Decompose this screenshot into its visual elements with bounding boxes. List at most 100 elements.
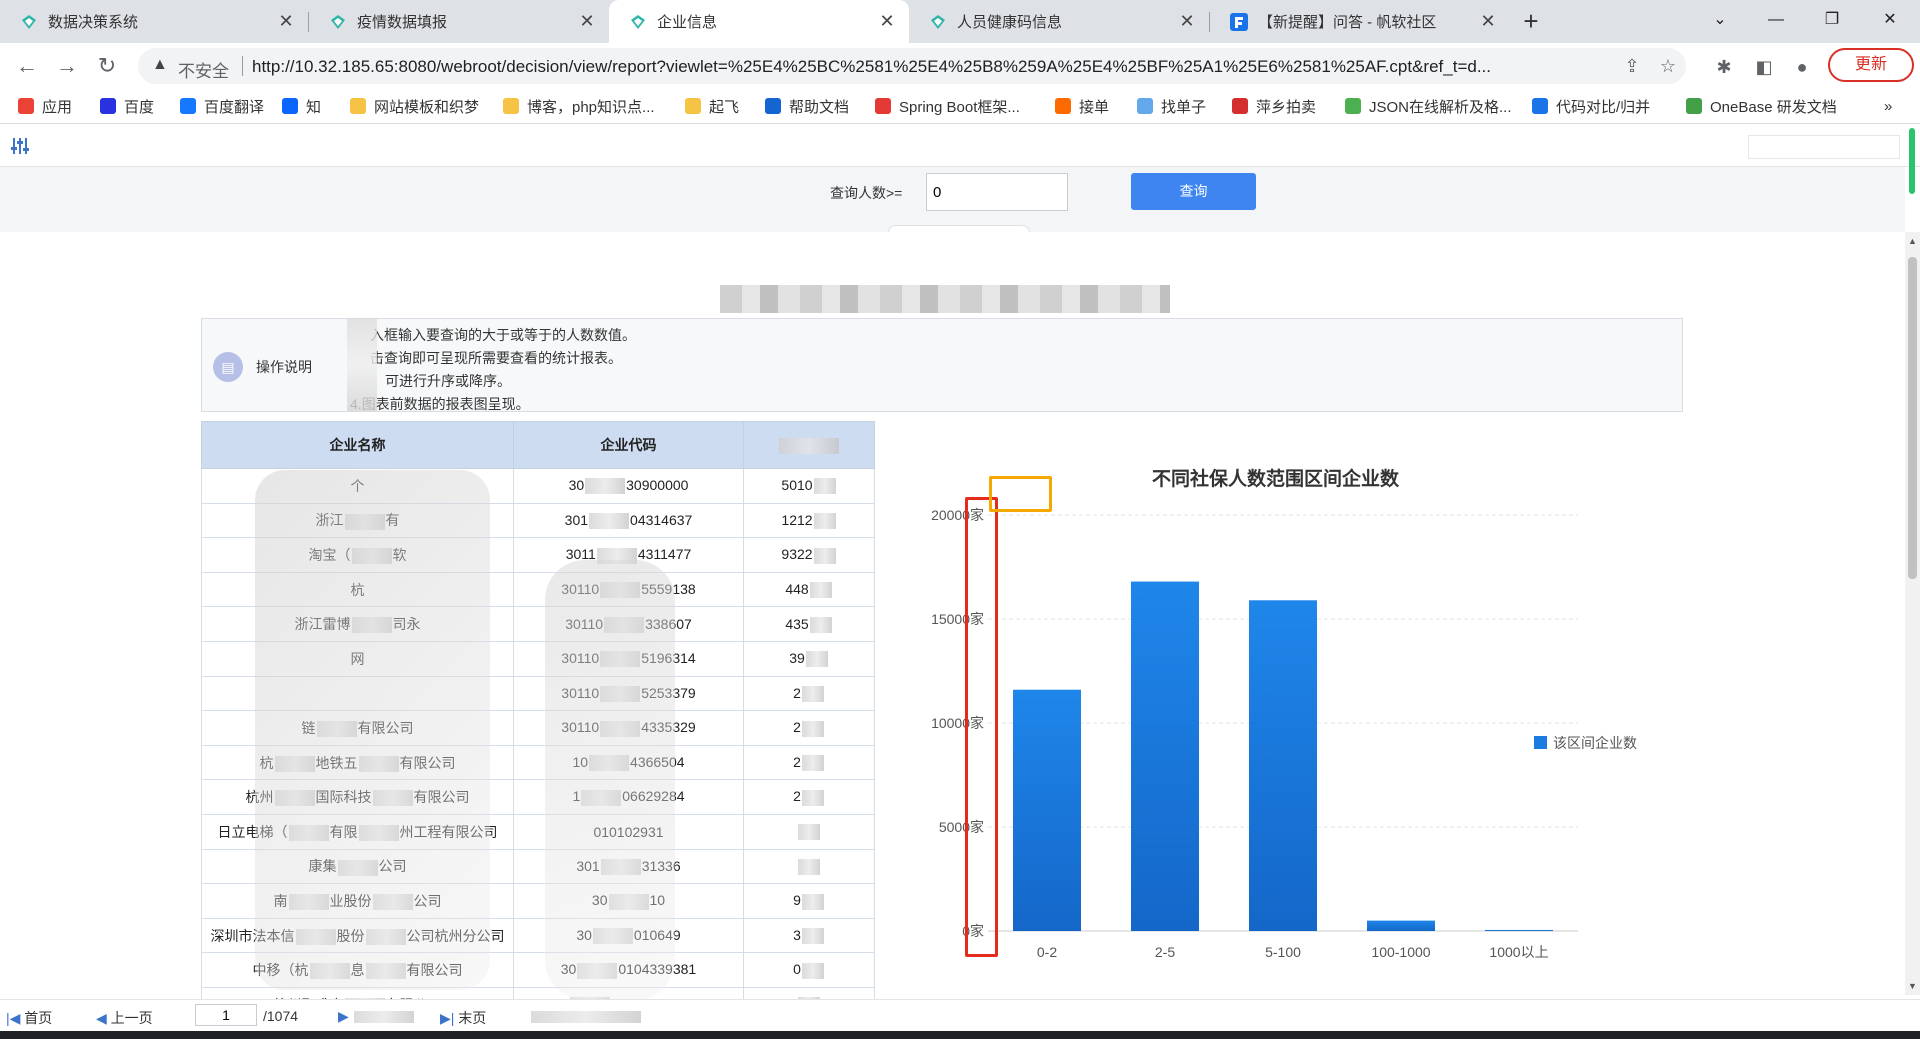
bookmark-item[interactable]: 博客，php知识点...: [503, 96, 655, 116]
bookmark-item[interactable]: 知: [282, 96, 321, 116]
bookmark-item[interactable]: 接单: [1055, 96, 1109, 116]
close-icon[interactable]: ✕: [1177, 11, 1197, 32]
annotation-red-box: [965, 497, 998, 957]
bookmark-item[interactable]: 帮助文档: [765, 96, 849, 116]
forward-icon[interactable]: →: [52, 51, 82, 81]
bookmark-label: 代码对比/归并: [1556, 98, 1651, 116]
new-tab-icon[interactable]: +: [1516, 6, 1546, 36]
legend-swatch[interactable]: [1534, 736, 1547, 749]
warning-icon: ▲: [152, 56, 168, 73]
count-cell: 2: [743, 744, 875, 781]
tab-search-chevron-icon[interactable]: ⌄: [1692, 0, 1748, 40]
bookmark-item[interactable]: 起飞: [685, 96, 739, 116]
bar[interactable]: [1131, 581, 1199, 931]
bookmark-favicon-icon: [180, 98, 196, 114]
fanruan-icon: [929, 13, 947, 31]
count-cell: 5010: [743, 468, 875, 504]
bookmark-favicon-icon: [282, 98, 298, 114]
close-icon[interactable]: ✕: [877, 11, 897, 32]
apps-grid-icon: [18, 98, 34, 114]
close-icon[interactable]: ✕: [1478, 11, 1498, 32]
count-cell: 2: [743, 675, 875, 712]
company-code-cell: 301 04314637: [513, 502, 744, 539]
bookmark-favicon-icon: [1137, 98, 1153, 114]
bookmark-favicon-icon: [1532, 98, 1548, 114]
tab-company-info[interactable]: 企业信息 ✕: [609, 0, 909, 43]
url-text[interactable]: http://10.32.185.65:8080/webroot/decisio…: [252, 57, 1522, 77]
column-header-company-name[interactable]: 企业名称: [201, 421, 514, 469]
query-button[interactable]: 查询: [1131, 173, 1256, 210]
bookmark-item[interactable]: 找单子: [1137, 96, 1206, 116]
parameter-panel: 查询人数>= 查询: [0, 167, 1905, 232]
report-search-box[interactable]: [1748, 135, 1900, 159]
browser-toolbar: ← → ↻ ▲ 不安全 http://10.32.185.65:8080/web…: [0, 43, 1920, 89]
tab-title: 人员健康码信息: [957, 14, 1063, 31]
first-page-button[interactable]: |◀ 首页: [6, 1008, 52, 1028]
share-icon[interactable]: ⇪: [1620, 54, 1644, 78]
bar[interactable]: [1485, 929, 1553, 931]
bar-chart: 不同社保人数范围区间企业数0家5000家10000家15000家20000家0-…: [931, 467, 1637, 960]
window-close-icon[interactable]: ✕: [1862, 0, 1918, 40]
bookmark-item[interactable]: 应用: [18, 96, 72, 116]
bookmark-label: 百度翻译: [204, 98, 265, 116]
close-icon[interactable]: ✕: [577, 11, 597, 32]
settings-sliders-icon[interactable]: [10, 136, 30, 156]
bookmark-favicon-icon: [875, 98, 891, 114]
omnibox-divider: [242, 56, 243, 76]
bookmark-item[interactable]: Spring Boot框架...: [875, 96, 1020, 116]
fanruan-icon: [629, 13, 647, 31]
close-icon[interactable]: ✕: [276, 11, 296, 32]
last-page-button[interactable]: ▶| 末页: [440, 1008, 486, 1028]
count-cell: 3: [743, 917, 875, 954]
scrollbar-thumb[interactable]: [1908, 257, 1917, 579]
bookmark-item[interactable]: 萍乡拍卖: [1232, 96, 1316, 116]
column-header-company-code[interactable]: 企业代码: [513, 421, 744, 469]
bookmark-item[interactable]: 代码对比/归并: [1532, 96, 1650, 116]
bar[interactable]: [1013, 689, 1081, 931]
prev-page-button[interactable]: ◀ 上一页: [96, 1008, 153, 1028]
count-cell: 448: [743, 571, 875, 608]
page-number-input[interactable]: [195, 1004, 257, 1026]
bar[interactable]: [1249, 600, 1317, 931]
update-button[interactable]: 更新: [1828, 48, 1914, 82]
reload-icon[interactable]: ↻: [92, 51, 122, 81]
restore-icon[interactable]: ❐: [1804, 0, 1860, 40]
bookmark-item[interactable]: 网站模板和织梦: [350, 96, 479, 116]
tab-fanruan-community[interactable]: 【新提醒】问答 - 帆软社区 ✕: [1210, 0, 1510, 43]
bookmark-label: 起飞: [709, 98, 740, 116]
star-icon[interactable]: ☆: [1656, 54, 1680, 78]
bookmark-item[interactable]: 百度翻译: [180, 96, 264, 116]
bookmark-favicon-icon: [503, 98, 519, 114]
fanruan-logo-icon: [1230, 12, 1248, 31]
bar[interactable]: [1367, 920, 1435, 931]
profile-avatar-icon[interactable]: ●: [1790, 55, 1814, 79]
side-panel-icon[interactable]: ◧: [1752, 55, 1776, 79]
legend-label[interactable]: 该区间企业数: [1553, 735, 1637, 751]
bookmark-item[interactable]: OneBase 研发文档: [1686, 96, 1837, 116]
next-page-button[interactable]: ▶: [338, 1008, 415, 1025]
scroll-up-icon[interactable]: ▲: [1905, 236, 1920, 246]
extensions-icon[interactable]: ✱: [1712, 55, 1736, 79]
column-header-count[interactable]: [743, 421, 875, 469]
scroll-down-icon[interactable]: ▼: [1905, 981, 1920, 991]
tab-data-decision[interactable]: 数据决策系统 ✕: [0, 0, 308, 43]
minimize-icon[interactable]: —: [1748, 0, 1804, 40]
bookmark-favicon-icon: [1686, 98, 1702, 114]
bookmark-favicon-icon: [1345, 98, 1361, 114]
bookmark-item[interactable]: JSON在线解析及格...: [1345, 96, 1512, 116]
bookmarks-overflow-icon[interactable]: »: [1884, 96, 1892, 116]
x-tick-label: 100-1000: [1371, 944, 1430, 960]
min-count-input[interactable]: [926, 173, 1068, 211]
bookmark-item[interactable]: 百度: [100, 96, 154, 116]
side-indicator: [1909, 128, 1915, 194]
bookmark-label: 找单子: [1161, 98, 1207, 116]
first-page-icon: |◀: [6, 1010, 21, 1026]
tab-epidemic-data[interactable]: 疫情数据填报 ✕: [309, 0, 609, 43]
back-icon[interactable]: ←: [12, 51, 42, 81]
tab-title: 【新提醒】问答 - 帆软社区: [1258, 14, 1437, 31]
instruction-line: 可进行升序或降序。: [385, 373, 511, 389]
tab-health-code[interactable]: 人员健康码信息 ✕: [909, 0, 1209, 43]
vertical-scrollbar[interactable]: ▲ ▼: [1905, 232, 1920, 995]
redaction-blur: [347, 319, 377, 411]
address-bar[interactable]: ▲ 不安全 http://10.32.185.65:8080/webroot/d…: [138, 48, 1686, 84]
